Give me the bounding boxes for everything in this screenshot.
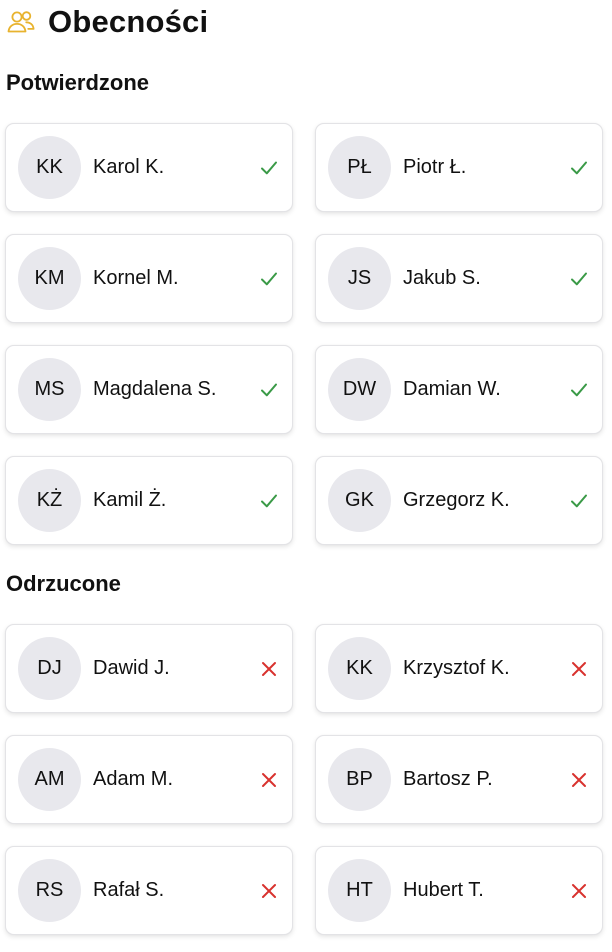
confirmed-list: KK Karol K. PŁ Piotr Ł. KM Kornel M. JS Jakub S… [5, 123, 603, 545]
cross-icon [259, 659, 279, 679]
attendee-name: Krzysztof K. [403, 657, 510, 679]
avatar: PŁ [328, 136, 391, 199]
people-icon [6, 7, 36, 37]
attendee-name: Magdalena S. [93, 378, 217, 400]
avatar: KM [18, 247, 81, 310]
attendee-card[interactable]: HT Hubert T. [315, 846, 603, 935]
attendee-card[interactable]: KŻ Kamil Ż. [5, 456, 293, 545]
cross-icon [259, 881, 279, 901]
avatar: RS [18, 859, 81, 922]
attendee-name: Rafał S. [93, 879, 165, 901]
attendee-card[interactable]: KM Kornel M. [5, 234, 293, 323]
attendee-card[interactable]: PŁ Piotr Ł. [315, 123, 603, 212]
attendee-name: Hubert T. [403, 879, 484, 901]
attendee-card[interactable]: DJ Dawid J. [5, 624, 293, 713]
check-icon [259, 269, 279, 289]
page-title: Obecności [48, 4, 209, 39]
attendee-name: Damian W. [403, 378, 501, 400]
section-title-confirmed: Potwierdzone [6, 70, 150, 95]
attendance-page: Obecności Potwierdzone KK Karol K. PŁ Piotr… [0, 0, 612, 952]
check-icon [569, 380, 589, 400]
check-icon [569, 491, 589, 511]
check-icon [569, 269, 589, 289]
attendee-name: Adam M. [93, 768, 174, 790]
attendee-card[interactable]: RS Rafał S. [5, 846, 293, 935]
avatar: DW [328, 358, 391, 421]
avatar: KK [18, 136, 81, 199]
attendee-name: Bartosz P. [403, 768, 493, 790]
check-icon [259, 158, 279, 178]
attendee-name: Karol K. [93, 156, 165, 178]
avatar: AM [18, 748, 81, 811]
avatar: JS [328, 247, 391, 310]
attendee-card[interactable]: DW Damian W. [315, 345, 603, 434]
attendee-card[interactable]: KK Krzysztof K. [315, 624, 603, 713]
attendee-card[interactable]: JS Jakub S. [315, 234, 603, 323]
attendee-card[interactable]: AM Adam M. [5, 735, 293, 824]
check-icon [259, 491, 279, 511]
rejected-list: DJ Dawid J. KK Krzysztof K. AM Adam M. BP Barto… [5, 624, 603, 935]
attendee-card[interactable]: MS Magdalena S. [5, 345, 293, 434]
attendee-name: Grzegorz K. [403, 489, 510, 511]
attendee-card[interactable]: BP Bartosz P. [315, 735, 603, 824]
page-header: Obecności [6, 2, 208, 42]
check-icon [259, 380, 279, 400]
avatar: DJ [18, 637, 81, 700]
cross-icon [569, 659, 589, 679]
avatar: HT [328, 859, 391, 922]
avatar: MS [18, 358, 81, 421]
attendee-card[interactable]: GK Grzegorz K. [315, 456, 603, 545]
attendee-name: Kamil Ż. [93, 489, 167, 511]
cross-icon [569, 881, 589, 901]
attendee-card[interactable]: KK Karol K. [5, 123, 293, 212]
avatar: KK [328, 637, 391, 700]
check-icon [569, 158, 589, 178]
attendee-name: Piotr Ł. [403, 156, 467, 178]
cross-icon [259, 770, 279, 790]
section-title-rejected: Odrzucone [6, 571, 121, 596]
attendee-name: Dawid J. [93, 657, 170, 679]
avatar: KŻ [18, 469, 81, 532]
avatar: BP [328, 748, 391, 811]
avatar: GK [328, 469, 391, 532]
attendee-name: Jakub S. [403, 267, 481, 289]
cross-icon [569, 770, 589, 790]
attendee-name: Kornel M. [93, 267, 179, 289]
